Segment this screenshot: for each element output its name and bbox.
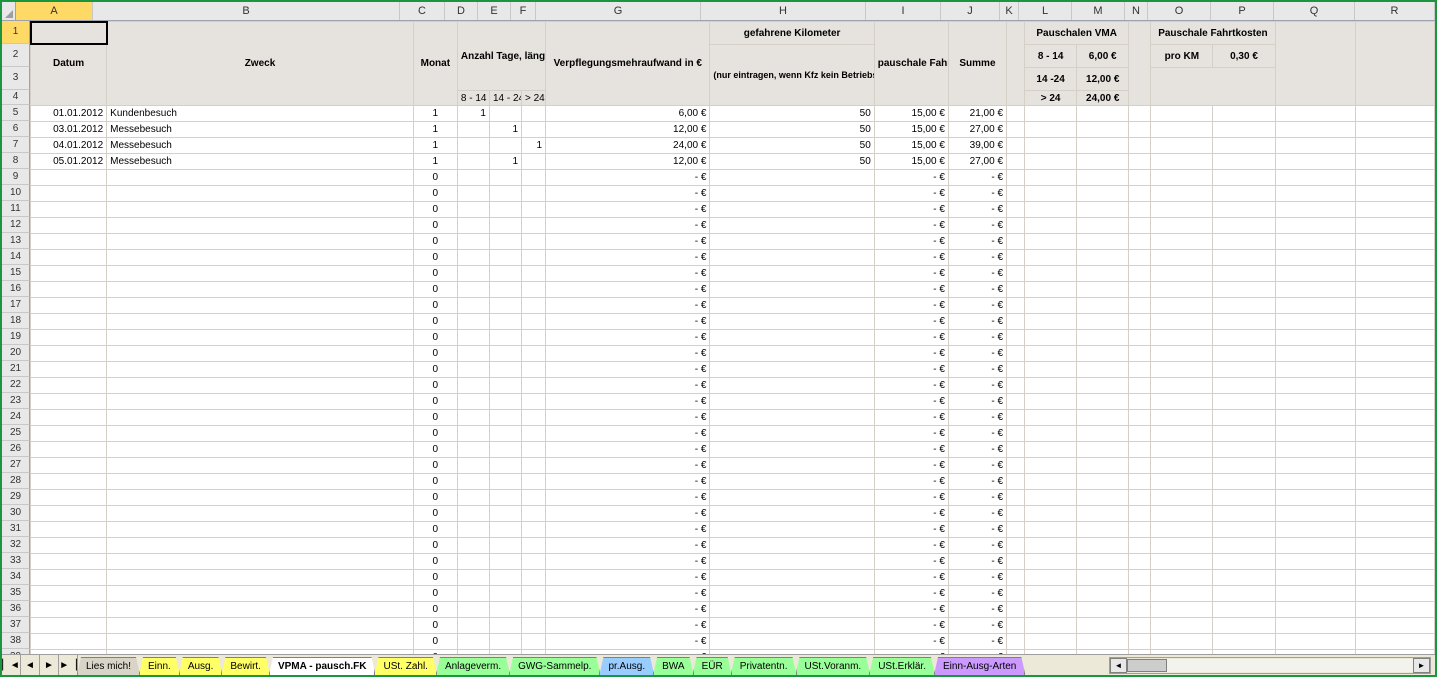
row-header-20[interactable]: 20: [2, 345, 30, 361]
row-header-28[interactable]: 28: [2, 473, 30, 489]
cell-grid[interactable]: DatumZweckMonatAnzahl Tage, länger Auswä…: [30, 21, 1435, 654]
column-header-R[interactable]: R: [1355, 2, 1435, 20]
column-header-C[interactable]: C: [400, 2, 445, 20]
row-header-10[interactable]: 10: [2, 185, 30, 201]
horizontal-scrollbar[interactable]: ◄ ►: [1109, 657, 1431, 674]
sheet-tab[interactable]: GWG-Sammelp.: [509, 657, 600, 675]
row-header-31[interactable]: 31: [2, 521, 30, 537]
row-header-13[interactable]: 13: [2, 233, 30, 249]
scroll-thumb[interactable]: [1127, 659, 1167, 672]
column-header-row: ABCDEFGHIJKLMNOPQR: [2, 2, 1435, 21]
sheet-tab[interactable]: VPMA - pausch.FK: [269, 657, 376, 675]
row-header-5[interactable]: 5: [2, 105, 30, 121]
sheet-tab[interactable]: Anlageverm.: [436, 657, 510, 675]
row-header-9[interactable]: 9: [2, 169, 30, 185]
row-header-25[interactable]: 25: [2, 425, 30, 441]
row-header-14[interactable]: 14: [2, 249, 30, 265]
row-header-34[interactable]: 34: [2, 569, 30, 585]
row-header-1[interactable]: 1: [2, 21, 30, 44]
row-header-7[interactable]: 7: [2, 137, 30, 153]
tab-nav-first[interactable]: ▏◄: [2, 655, 21, 675]
row-header-6[interactable]: 6: [2, 121, 30, 137]
sheet-tab[interactable]: Bewirt.: [221, 657, 270, 675]
column-header-O[interactable]: O: [1148, 2, 1211, 20]
row-header-strip: 1234567891011121314151617181920212223242…: [2, 21, 30, 654]
column-header-L[interactable]: L: [1019, 2, 1072, 20]
row-header-37[interactable]: 37: [2, 617, 30, 633]
column-header-H[interactable]: H: [701, 2, 866, 20]
row-header-18[interactable]: 18: [2, 313, 30, 329]
row-header-36[interactable]: 36: [2, 601, 30, 617]
scroll-right-button[interactable]: ►: [1413, 658, 1430, 673]
sheet-tab[interactable]: Lies mich!: [77, 657, 140, 675]
sheet-tab[interactable]: EÜR: [693, 657, 732, 675]
row-header-15[interactable]: 15: [2, 265, 30, 281]
row-header-38[interactable]: 38: [2, 633, 30, 649]
row-header-2[interactable]: 2: [2, 44, 30, 67]
tab-nav-prev[interactable]: ◄: [21, 655, 40, 675]
row-header-8[interactable]: 8: [2, 153, 30, 169]
select-all-corner[interactable]: [2, 2, 16, 20]
column-header-E[interactable]: E: [478, 2, 511, 20]
sheet-tab[interactable]: BWA: [653, 657, 693, 675]
row-header-30[interactable]: 30: [2, 505, 30, 521]
sheet-tab[interactable]: USt.Voranm.: [796, 657, 871, 675]
row-header-27[interactable]: 27: [2, 457, 30, 473]
row-header-24[interactable]: 24: [2, 409, 30, 425]
row-header-12[interactable]: 12: [2, 217, 30, 233]
row-header-19[interactable]: 19: [2, 329, 30, 345]
sheet-tab[interactable]: pr.Ausg.: [599, 657, 654, 675]
spreadsheet-app: ABCDEFGHIJKLMNOPQR 123456789101112131415…: [0, 0, 1437, 677]
row-header-4[interactable]: 4: [2, 90, 30, 105]
row-header-35[interactable]: 35: [2, 585, 30, 601]
column-header-I[interactable]: I: [866, 2, 941, 20]
column-header-P[interactable]: P: [1211, 2, 1274, 20]
sheet-tab[interactable]: Einn-Ausg-Arten: [934, 657, 1025, 675]
scroll-left-button[interactable]: ◄: [1110, 658, 1127, 673]
row-header-33[interactable]: 33: [2, 553, 30, 569]
sheet-tab[interactable]: Privatentn.: [731, 657, 797, 675]
column-header-M[interactable]: M: [1072, 2, 1125, 20]
row-header-23[interactable]: 23: [2, 393, 30, 409]
row-header-21[interactable]: 21: [2, 361, 30, 377]
column-header-K[interactable]: K: [1000, 2, 1019, 20]
sheet-tab[interactable]: Einn.: [139, 657, 180, 675]
tab-nav-last[interactable]: ►▕: [59, 655, 78, 675]
sheet-tab[interactable]: Ausg.: [179, 657, 223, 675]
column-header-J[interactable]: J: [941, 2, 1000, 20]
column-header-N[interactable]: N: [1125, 2, 1148, 20]
column-header-B[interactable]: B: [93, 2, 400, 20]
column-header-G[interactable]: G: [536, 2, 701, 20]
row-header-22[interactable]: 22: [2, 377, 30, 393]
tab-nav-next[interactable]: ►: [40, 655, 59, 675]
sheet-tab[interactable]: USt. Zahl.: [374, 657, 436, 675]
sheet-tab-bar: ▏◄ ◄ ► ►▕ Lies mich!Einn.Ausg.Bewirt.VPM…: [2, 654, 1435, 675]
column-header-A[interactable]: A: [16, 2, 93, 20]
row-header-26[interactable]: 26: [2, 441, 30, 457]
row-header-29[interactable]: 29: [2, 489, 30, 505]
column-header-F[interactable]: F: [511, 2, 536, 20]
row-header-17[interactable]: 17: [2, 297, 30, 313]
sheet-tab[interactable]: USt.Erklär.: [869, 657, 935, 675]
column-header-Q[interactable]: Q: [1274, 2, 1355, 20]
row-header-16[interactable]: 16: [2, 281, 30, 297]
row-header-11[interactable]: 11: [2, 201, 30, 217]
row-header-32[interactable]: 32: [2, 537, 30, 553]
column-header-D[interactable]: D: [445, 2, 478, 20]
row-header-3[interactable]: 3: [2, 67, 30, 90]
